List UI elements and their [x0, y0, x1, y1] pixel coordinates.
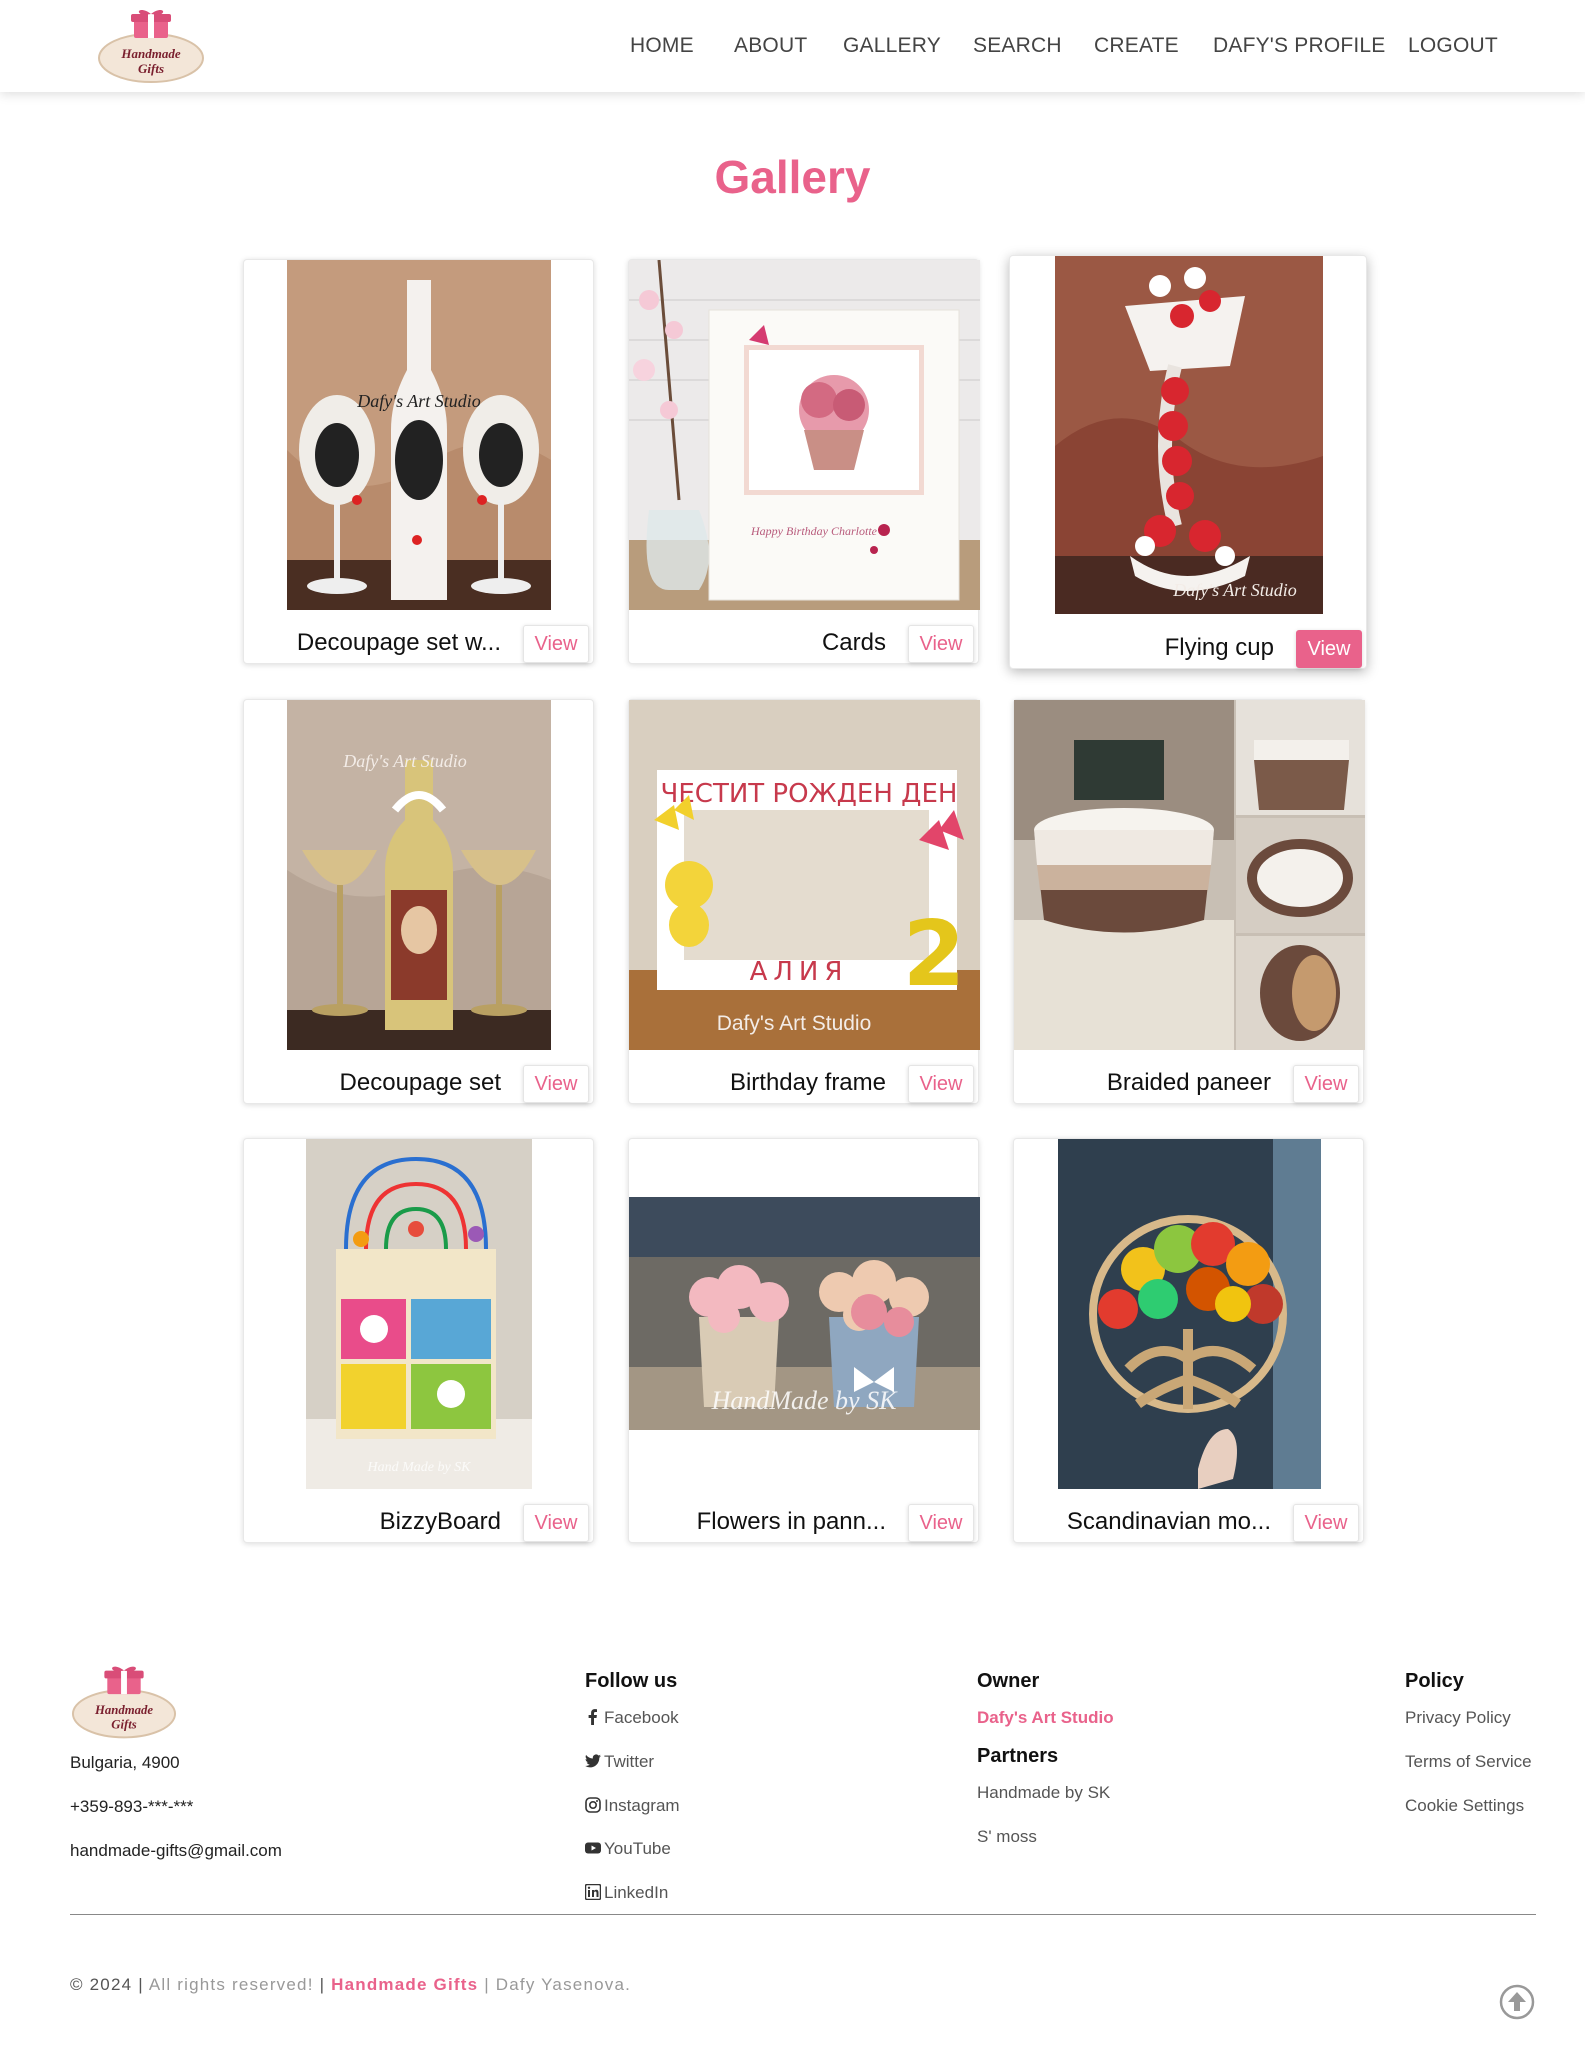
card-title: Flowers in pann... — [696, 1508, 886, 1535]
footer-address: Bulgaria, 4900 — [70, 1753, 180, 1772]
youtube-link[interactable]: YouTube — [585, 1839, 671, 1859]
frame-number-text: 2 — [903, 902, 966, 1007]
footer-email[interactable]: handmade-gifts@gmail.com — [70, 1841, 282, 1861]
instagram-link[interactable]: Instagram — [585, 1796, 680, 1816]
follow-heading: Follow us — [585, 1670, 678, 1692]
gallery-card: Braided paneer View — [1013, 699, 1365, 1104]
logo-text-line2: Gifts — [138, 61, 164, 76]
top-navbar: Handmade Gifts HOME ABOUT GALLERY SEARCH… — [0, 0, 1585, 92]
cookie-settings-link[interactable]: Cookie Settings — [1405, 1796, 1524, 1816]
card-title: BizzyBoard — [379, 1508, 501, 1535]
terms-of-service-link[interactable]: Terms of Service — [1405, 1752, 1532, 1772]
card-title: Cards — [821, 629, 886, 656]
gallery-card: Hand Made by SK BizzyBoard View — [243, 1138, 594, 1543]
privacy-policy-link[interactable]: Privacy Policy — [1405, 1708, 1511, 1728]
card-title: Decoupage set — [339, 1069, 501, 1096]
copyright-author: Dafy Yasenova. — [495, 1975, 632, 1994]
view-button[interactable]: View — [908, 1065, 974, 1103]
facebook-icon — [588, 1709, 597, 1725]
copyright-brand[interactable]: Handmade Gifts — [331, 1975, 478, 1994]
policy-heading: Policy — [1405, 1670, 1464, 1692]
logo-text-line1: Handmade — [120, 46, 180, 61]
twitter-icon — [585, 1754, 601, 1768]
linkedin-link[interactable]: LinkedIn — [585, 1883, 668, 1903]
footer-logo[interactable]: Handmade Gifts — [70, 1664, 178, 1740]
owner-link[interactable]: Dafy's Art Studio — [977, 1708, 1114, 1728]
linkedin-label: LinkedIn — [604, 1883, 669, 1902]
busy-board-photo[interactable]: Hand Made by SK — [306, 1139, 532, 1489]
nav-gallery[interactable]: GALLERY — [843, 34, 941, 58]
gallery-card: Dafy's Art Studio Flying cup View — [1009, 255, 1367, 669]
logo-text-line1: Handmade — [94, 1703, 153, 1717]
view-button[interactable]: View — [523, 625, 589, 663]
gallery-card: HandMade by SK Flowers in pann... View — [628, 1138, 980, 1543]
youtube-icon — [585, 1842, 601, 1854]
copyright: © 2024 | All rights reserved! | Handmade… — [70, 1975, 631, 1995]
view-button[interactable]: View — [908, 1504, 974, 1542]
gallery-card: Dafy's Art Studio Decoupage set w... Vie… — [243, 259, 594, 664]
watermark-text: Dafy's Art Studio — [342, 751, 467, 771]
watermark-text: Dafy's Art Studio — [356, 391, 481, 411]
nav-profile[interactable]: DAFY'S PROFILE — [1213, 34, 1386, 58]
facebook-label: Facebook — [604, 1708, 679, 1727]
copyright-separator: | — [484, 1975, 490, 1994]
logo-text-line2: Gifts — [111, 1718, 137, 1732]
view-button[interactable]: View — [1293, 1065, 1359, 1103]
view-button[interactable]: View — [523, 1504, 589, 1542]
flower-baskets-photo[interactable]: HandMade by SK — [629, 1197, 980, 1430]
gallery-card: Scandinavian mo... View — [1013, 1138, 1364, 1543]
view-button[interactable]: View — [1293, 1504, 1359, 1542]
facebook-link[interactable]: Facebook — [585, 1708, 679, 1728]
card-title: Braided paneer — [1106, 1069, 1271, 1096]
footer-divider — [70, 1914, 1536, 1915]
moss-tree-of-life-photo[interactable] — [1058, 1139, 1321, 1489]
partner-link[interactable]: Handmade by SK — [977, 1783, 1110, 1803]
view-button[interactable]: View — [1296, 630, 1362, 668]
frame-top-text: ЧЕСТИТ РОЖДЕН ДЕН — [661, 779, 958, 809]
watermark-text: HandMade by SK — [711, 1386, 899, 1415]
twitter-label: Twitter — [604, 1752, 655, 1771]
instagram-icon — [585, 1797, 601, 1813]
youtube-label: YouTube — [604, 1839, 671, 1858]
owner-heading: Owner — [977, 1670, 1040, 1692]
nav-search[interactable]: SEARCH — [973, 34, 1062, 58]
card-title: Scandinavian mo... — [1066, 1508, 1271, 1535]
card-title: Decoupage set w... — [296, 629, 501, 656]
copyright-year: © 2024 — [70, 1975, 133, 1994]
gallery-card: Dafy's Art Studio Decoupage set View — [243, 699, 594, 1104]
watermark-text: Dafy's Art Studio — [717, 1012, 872, 1035]
card-title: Birthday frame — [729, 1069, 886, 1096]
frame-name-text: АЛИЯ — [750, 957, 849, 987]
card-greeting-text: Happy Birthday Charlotte — [750, 524, 878, 538]
copyright-separator: | — [319, 1975, 326, 1994]
view-button[interactable]: View — [908, 625, 974, 663]
footer-phone: +359-893-***-*** — [70, 1797, 194, 1816]
decoupage-icon-bottle-photo[interactable]: Dafy's Art Studio — [287, 700, 551, 1050]
nav-about[interactable]: ABOUT — [734, 34, 807, 58]
card-title: Flying cup — [1164, 634, 1274, 661]
partner-link[interactable]: S' moss — [977, 1827, 1037, 1847]
gallery-card: ЧЕСТИТ РОЖДЕН ДЕН АЛИЯ 2 Dafy's Art Stud… — [628, 699, 980, 1104]
watermark-text: Hand Made by SK — [366, 1460, 471, 1475]
instagram-label: Instagram — [604, 1796, 680, 1815]
watermark-text: Dafy's Art Studio — [1172, 580, 1297, 600]
partners-heading: Partners — [977, 1745, 1059, 1767]
flying-cup-roses-photo[interactable]: Dafy's Art Studio — [1055, 256, 1323, 614]
linkedin-icon — [585, 1884, 601, 1900]
scroll-to-top-icon[interactable] — [1499, 1984, 1535, 2020]
page-title: Gallery — [714, 151, 871, 203]
view-button[interactable]: View — [523, 1065, 589, 1103]
nav-home[interactable]: HOME — [630, 34, 694, 58]
handmade-gifts-logo[interactable]: Handmade Gifts — [96, 8, 206, 84]
birthday-frame-photo[interactable]: ЧЕСТИТ РОЖДЕН ДЕН АЛИЯ 2 Dafy's Art Stud… — [629, 700, 980, 1050]
twitter-link[interactable]: Twitter — [585, 1752, 654, 1772]
decoupage-bottle-glasses-photo[interactable]: Dafy's Art Studio — [287, 260, 551, 610]
gallery-card: Happy Birthday Charlotte Cards View — [628, 259, 980, 664]
braided-basket-photo[interactable] — [1014, 700, 1365, 1050]
birthday-card-photo[interactable]: Happy Birthday Charlotte — [629, 260, 980, 610]
copyright-separator: | — [138, 1975, 144, 1994]
copyright-rights: All rights reserved! — [148, 1975, 314, 1994]
nav-logout[interactable]: LOGOUT — [1408, 34, 1498, 58]
nav-create[interactable]: CREATE — [1094, 34, 1179, 58]
